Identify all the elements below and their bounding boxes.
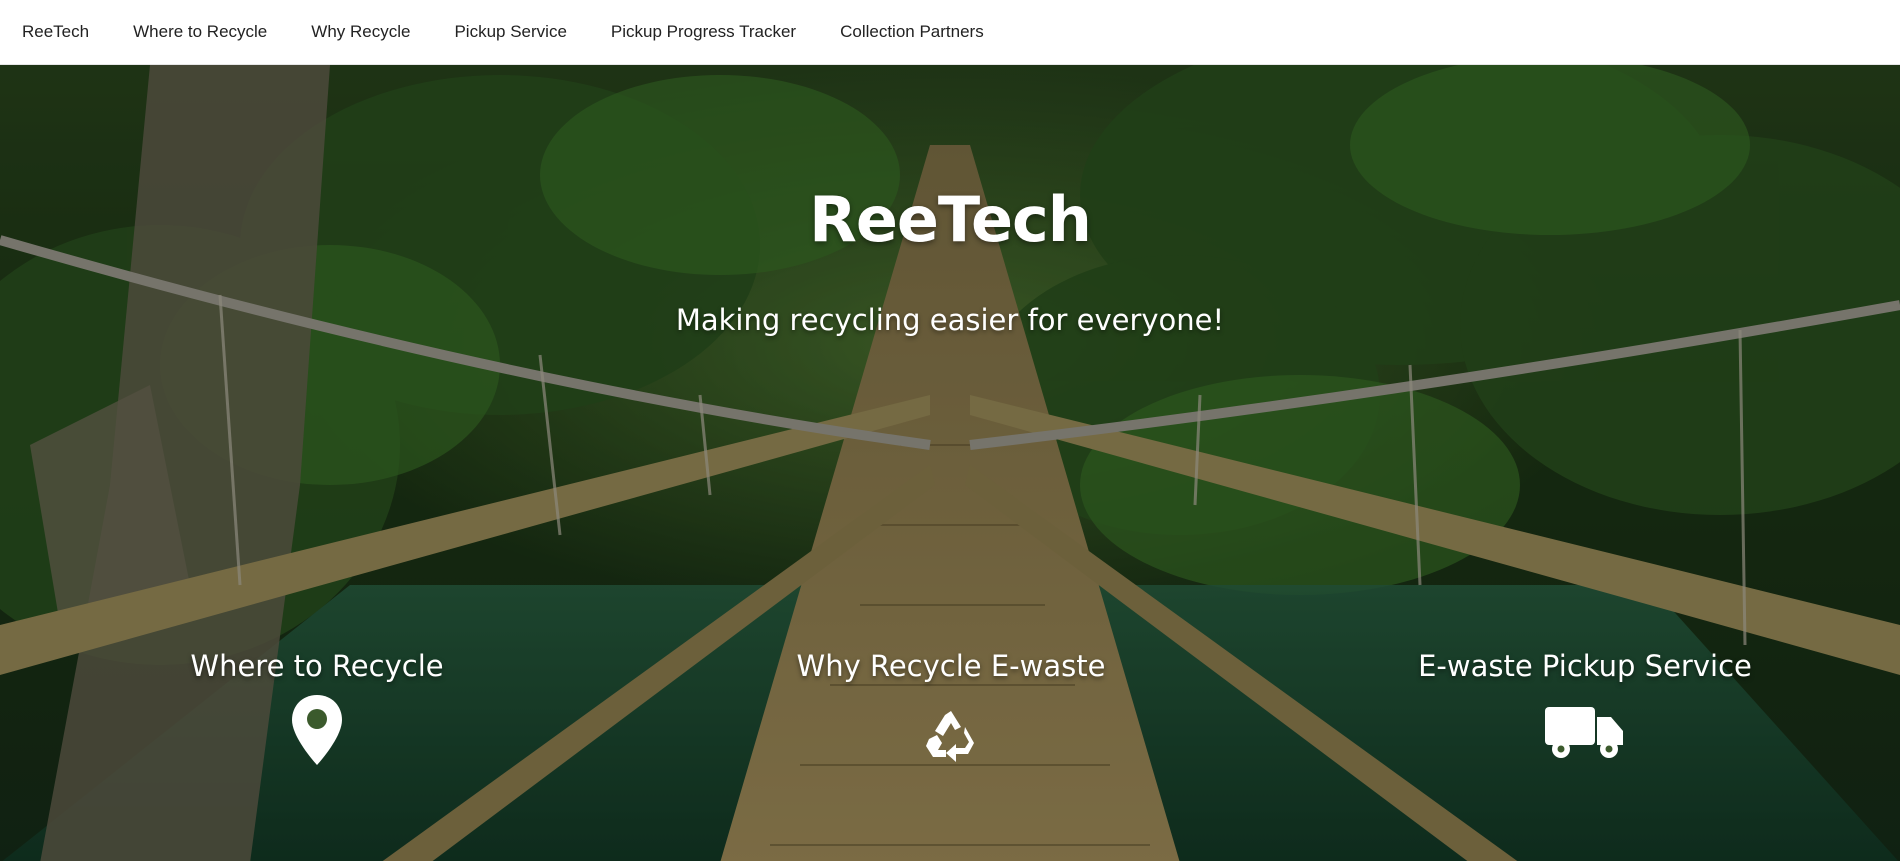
nav-where-to-recycle[interactable]: Where to Recycle [133, 22, 267, 42]
nav-pickup-progress-tracker[interactable]: Pickup Progress Tracker [611, 22, 796, 42]
hero-section: ReeTech Making recycling easier for ever… [0, 65, 1900, 863]
feature-why-recycle-e-waste[interactable]: Why Recycle E-waste [671, 649, 1231, 772]
top-navbar: ReeTech Where to Recycle Why Recycle Pic… [0, 0, 1900, 65]
nav-why-recycle[interactable]: Why Recycle [311, 22, 410, 42]
recycle-icon [921, 693, 981, 772]
feature-why-recycle-label: Why Recycle E-waste [796, 649, 1106, 683]
hero-title: ReeTech [809, 183, 1092, 256]
map-pin-icon [290, 693, 344, 772]
feature-pickup-service-label: E-waste Pickup Service [1418, 649, 1752, 683]
nav-pickup-service[interactable]: Pickup Service [454, 22, 566, 42]
feature-where-to-recycle[interactable]: Where to Recycle [37, 649, 597, 772]
truck-icon [1543, 693, 1627, 768]
hero-tagline: Making recycling easier for everyone! [675, 303, 1225, 337]
nav-collection-partners[interactable]: Collection Partners [840, 22, 984, 42]
feature-where-to-recycle-label: Where to Recycle [190, 649, 444, 683]
feature-e-waste-pickup-service[interactable]: E-waste Pickup Service [1305, 649, 1865, 768]
nav-brand-link[interactable]: ReeTech [22, 22, 89, 42]
